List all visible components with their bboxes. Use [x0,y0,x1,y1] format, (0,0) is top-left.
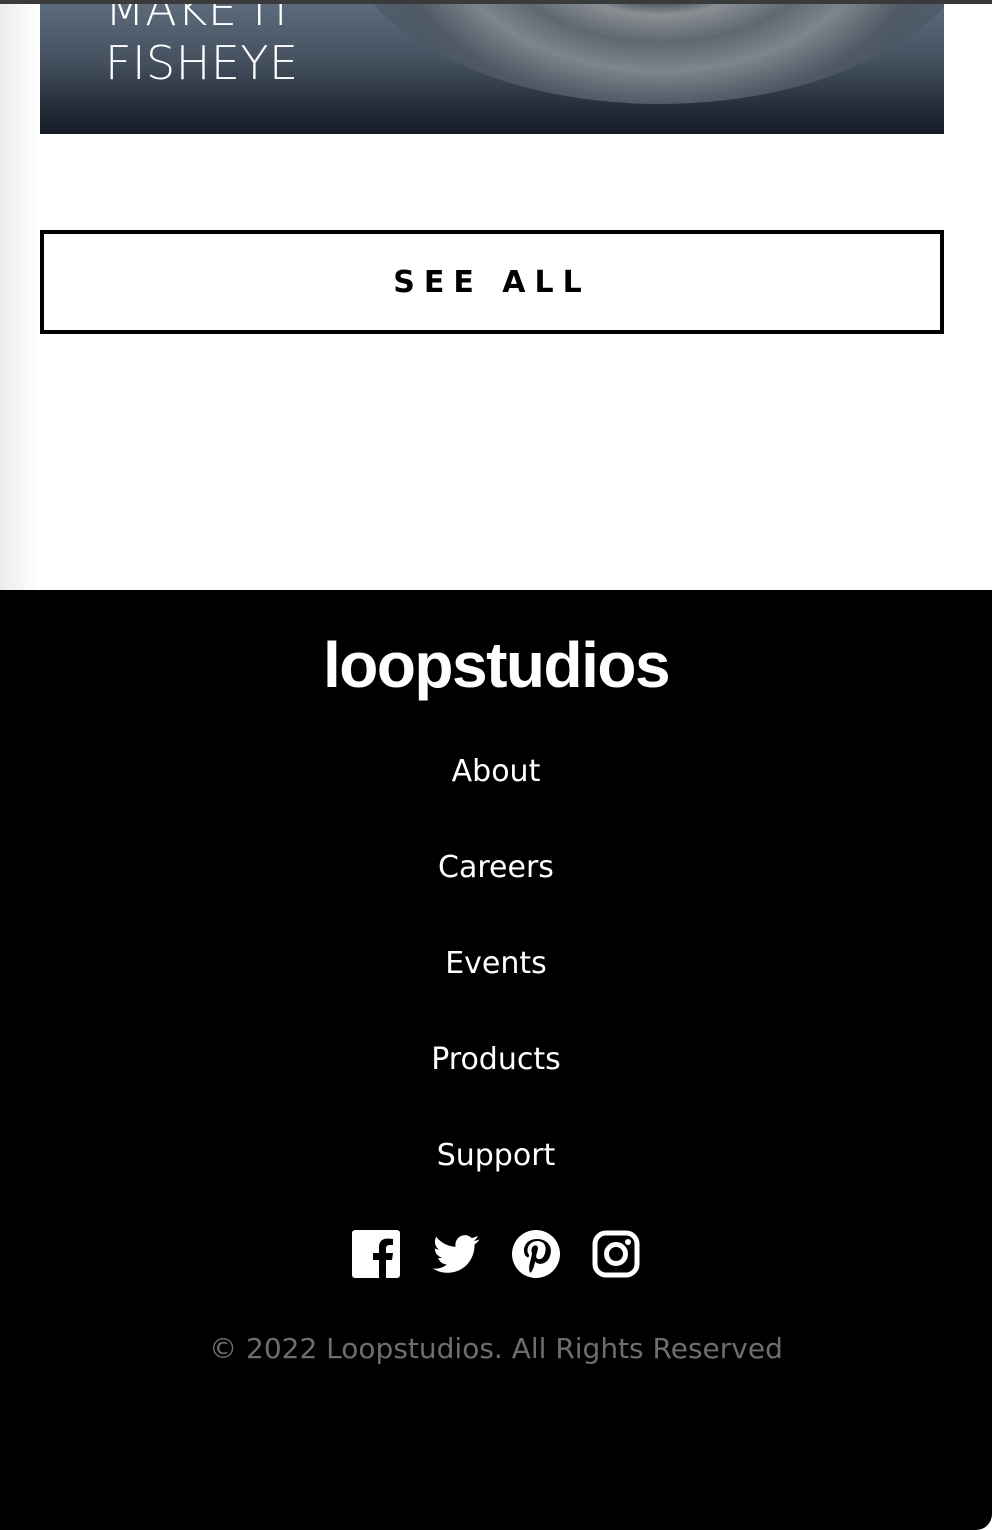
creation-card-fisheye[interactable]: MAKE IT FISHEYE [40,4,944,134]
page-edge-shade [0,0,40,590]
facebook-icon[interactable] [352,1230,400,1278]
footer-link-products[interactable]: Products [0,1040,992,1080]
social-links [0,1230,992,1278]
site-footer: loopstudios About Careers Events Product… [0,590,992,1530]
copyright-text: © 2022 Loopstudios. All Rights Reserved [209,1332,783,1365]
twitter-icon[interactable] [432,1230,480,1278]
pinterest-icon[interactable] [512,1230,560,1278]
browser-top-line [0,0,992,4]
footer-link-careers[interactable]: Careers [0,848,992,888]
see-all-button[interactable]: SEE ALL [40,230,944,334]
footer-logo[interactable]: loopstudios [0,630,992,700]
footer-link-about[interactable]: About [0,752,992,792]
card-title: MAKE IT FISHEYE [105,4,299,90]
footer-link-support[interactable]: Support [0,1136,992,1176]
card-image [340,4,944,104]
footer-link-events[interactable]: Events [0,944,992,984]
instagram-icon[interactable] [592,1230,640,1278]
